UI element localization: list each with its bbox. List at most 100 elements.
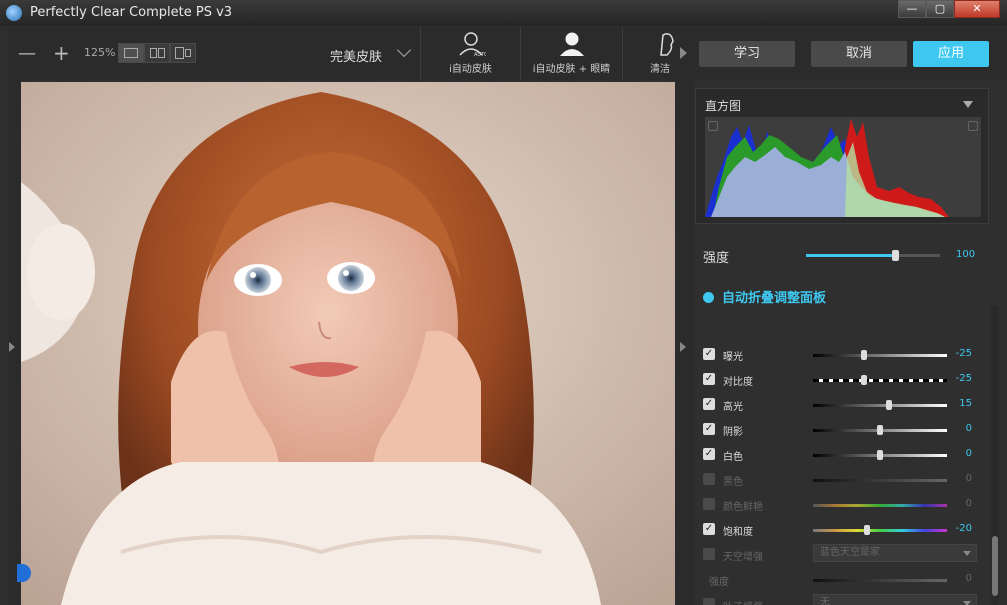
strength-value: 100: [956, 249, 976, 260]
scroll-right-icon[interactable]: [680, 47, 687, 59]
adjustment-value: -20: [955, 523, 972, 534]
adjustment-row: ✓ 曝光 -25: [694, 342, 994, 367]
scrollbar-thumb[interactable]: [992, 536, 998, 596]
auto-fold-toggle[interactable]: 自动折叠调整面板: [703, 287, 826, 306]
histogram-plot: [705, 117, 981, 217]
left-collapse-strip[interactable]: [8, 80, 21, 605]
adjustment-row: ✓ 阴影 0: [694, 417, 994, 442]
adjustment-row: ✓ 叶子增强 无: [694, 592, 994, 605]
adjustment-row: ✓ 白色 0: [694, 442, 994, 467]
adjustment-checkbox[interactable]: ✓: [703, 523, 715, 535]
window-title: Perfectly Clear Complete PS v3: [30, 5, 233, 20]
maximize-button[interactable]: ▢: [926, 0, 954, 18]
adjustment-slider-knob[interactable]: [886, 400, 893, 410]
minimize-button[interactable]: —: [898, 0, 926, 18]
adjustment-label: 强度: [709, 577, 729, 588]
apply-button[interactable]: 应用: [913, 41, 989, 67]
adjustment-value: 0: [965, 473, 972, 484]
profile-icon: [660, 33, 674, 56]
adjustment-label: 对比度: [723, 377, 753, 388]
zoom-in-button[interactable]: +: [53, 41, 70, 65]
strength-slider[interactable]: [806, 250, 940, 261]
adjustment-slider[interactable]: [813, 375, 947, 385]
preset-clean[interactable]: 清洁: [622, 27, 674, 80]
chevron-down-icon: [963, 601, 971, 605]
adjustment-dropdown[interactable]: 蓝色天空是家: [813, 544, 977, 562]
photo-preview: [21, 82, 675, 605]
preset-label: i自动皮肤 + 眼睛: [532, 64, 611, 75]
adjustment-checkbox[interactable]: ✓: [703, 598, 715, 605]
adjustment-checkbox[interactable]: ✓: [703, 448, 715, 460]
adjustment-slider[interactable]: [813, 479, 947, 482]
adjustment-slider-knob[interactable]: [860, 350, 867, 360]
split-view-icon: [149, 48, 157, 58]
adjustment-checkbox[interactable]: ✓: [703, 398, 715, 410]
chevron-down-icon[interactable]: [396, 42, 412, 58]
adjustment-value: 0: [965, 448, 972, 459]
single-view-icon: [124, 48, 138, 58]
adjustment-slider-knob[interactable]: [877, 450, 883, 460]
view-single-button[interactable]: [118, 43, 144, 63]
adjustment-label: 高光: [723, 402, 743, 413]
adjustment-slider[interactable]: [813, 579, 947, 582]
adjustment-value: 0: [965, 498, 972, 509]
panel-scrollbar[interactable]: [991, 306, 999, 605]
close-button[interactable]: ✕: [954, 0, 1000, 18]
image-canvas[interactable]: [21, 82, 675, 605]
adjustment-value: 0: [965, 573, 972, 584]
chevron-down-icon: [963, 551, 971, 556]
adjustment-slider-knob[interactable]: [877, 425, 883, 435]
adjustment-checkbox[interactable]: ✓: [703, 423, 715, 435]
adjustment-value: 0: [965, 423, 972, 434]
strength-slider-fill: [806, 254, 896, 257]
adjustment-value: -25: [955, 348, 972, 359]
preset-label: i自动皮肤: [449, 64, 492, 75]
preset-auto-skin[interactable]: AUTO i自动皮肤: [420, 27, 520, 80]
adjustment-slider[interactable]: [813, 525, 947, 535]
histogram-section: 直方图: [695, 88, 989, 224]
preset-label: 清洁: [650, 64, 670, 75]
collapse-triangle-icon[interactable]: [963, 101, 973, 108]
adjustment-slider-knob[interactable]: [860, 375, 867, 385]
app-window: Perfectly Clear Complete PS v3 — ▢ ✕ — +…: [0, 0, 1007, 605]
learn-button[interactable]: 学习: [699, 41, 795, 67]
view-compare-button[interactable]: [170, 43, 196, 63]
adjustment-checkbox[interactable]: ✓: [703, 498, 715, 510]
adjustment-slider[interactable]: [813, 400, 947, 410]
adjustment-row: ✓ 黑色 0: [694, 467, 994, 492]
adjustment-value: 15: [959, 398, 972, 409]
cancel-button[interactable]: 取消: [811, 41, 907, 67]
expand-left-icon[interactable]: [9, 342, 15, 352]
adjustment-slider[interactable]: [813, 350, 947, 360]
split-view-icon-b: [157, 48, 165, 58]
adjustment-row: ✓ 天空增强 蓝色天空是家: [694, 542, 994, 567]
window-controls: — ▢ ✕: [898, 0, 1000, 20]
zoom-level: 125%: [84, 46, 116, 59]
adjustment-row: ✓ 对比度 -25: [694, 367, 994, 392]
adjustment-dropdown[interactable]: 无: [813, 594, 977, 605]
radio-dot-icon: [703, 292, 714, 303]
adjustment-slider-knob[interactable]: [863, 525, 870, 535]
collapse-panel-icon[interactable]: [680, 342, 686, 352]
adjustment-slider[interactable]: [813, 450, 947, 460]
adjustment-checkbox[interactable]: ✓: [703, 473, 715, 485]
preset-selector[interactable]: 完美皮肤: [330, 46, 382, 65]
zoom-out-button[interactable]: —: [18, 43, 36, 64]
adjustment-slider[interactable]: [813, 425, 947, 435]
strength-slider-knob[interactable]: [892, 250, 900, 261]
adjustment-label: 天空增强: [723, 552, 763, 563]
adjustment-label: 叶子增强: [723, 598, 763, 605]
adjustment-label: 黑色: [723, 477, 743, 488]
view-split-button[interactable]: [144, 43, 170, 63]
strength-label: 强度: [703, 251, 730, 266]
strength-row: 强度 100: [694, 240, 994, 270]
person-icon: [560, 32, 584, 56]
adjustment-checkbox[interactable]: ✓: [703, 348, 715, 360]
adjustment-checkbox[interactable]: ✓: [703, 548, 715, 560]
adjustment-panel: 直方图 强度 100 自动折叠调整面板 ✓ 曝光 -25 ✓ 对比度 -25 ✓…: [694, 80, 1007, 605]
adjustment-slider[interactable]: [813, 504, 947, 507]
title-bar: Perfectly Clear Complete PS v3 — ▢ ✕: [0, 0, 1007, 26]
panel-collapse-strip[interactable]: [675, 80, 694, 605]
preset-auto-skin-eyes[interactable]: i自动皮肤 + 眼睛: [520, 27, 622, 80]
adjustment-checkbox[interactable]: ✓: [703, 373, 715, 385]
